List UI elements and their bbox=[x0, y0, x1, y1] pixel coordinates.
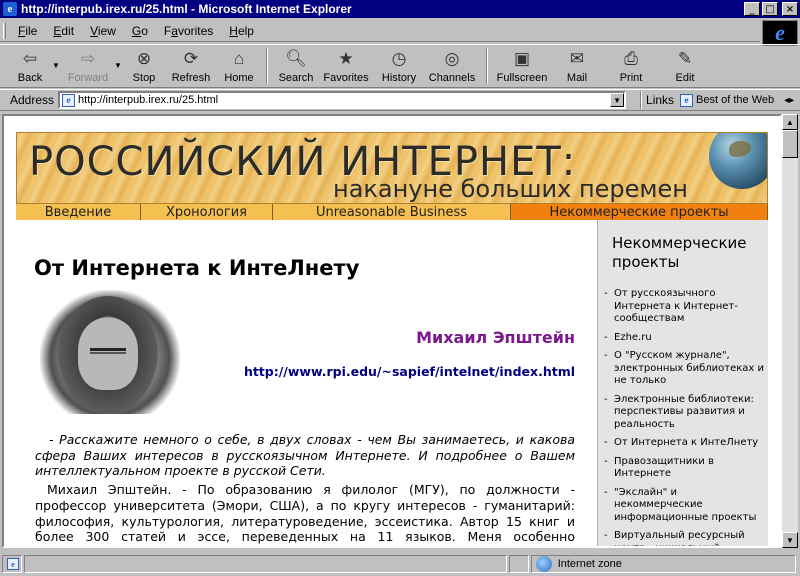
address-bar: Address e http://interpub.irex.ru/25.htm… bbox=[0, 89, 800, 111]
menu-go[interactable]: Go bbox=[124, 24, 156, 38]
browser-window: e http://interpub.irex.ru/25.html - Micr… bbox=[0, 0, 800, 576]
address-label: Address bbox=[10, 93, 55, 107]
menu-file[interactable]: File bbox=[10, 24, 45, 38]
back-button[interactable]: ⇦ Back bbox=[8, 45, 52, 87]
menu-bar: File Edit View Go Favorites Help bbox=[0, 20, 760, 42]
close-button[interactable]: × bbox=[782, 2, 798, 16]
maximize-button[interactable]: □ bbox=[762, 2, 778, 16]
printer-icon: ⎙ bbox=[624, 49, 638, 68]
edit-page-icon: ✎ bbox=[677, 49, 693, 68]
forward-dropdown[interactable]: ▼ bbox=[114, 45, 124, 70]
sidebar-item[interactable]: Электронные библиотеки: перспективы разв… bbox=[604, 394, 768, 432]
address-url[interactable]: http://interpub.irex.ru/25.html bbox=[78, 94, 218, 106]
menu-view[interactable]: View bbox=[82, 24, 124, 38]
stop-icon: ⊗ bbox=[136, 49, 152, 68]
sidebar-item[interactable]: Ezhe.ru bbox=[604, 332, 768, 345]
mail-button[interactable]: ✉ Mail bbox=[550, 45, 604, 87]
channels-button[interactable]: ◎ Channels bbox=[424, 45, 480, 87]
home-button[interactable]: ⌂ Home bbox=[218, 45, 260, 87]
interview-answer: Михаил Эпштейн. - По образованию я филол… bbox=[35, 482, 575, 546]
page-icon: e bbox=[680, 93, 694, 107]
links-chevron-icon[interactable]: ◂▸ bbox=[784, 95, 794, 106]
page-title: От Интернета к ИнтеЛнету bbox=[34, 256, 360, 280]
status-page-icon: e bbox=[2, 555, 22, 573]
sidebar: Некоммерческие проекты От русскоязычного… bbox=[597, 220, 768, 546]
menu-help[interactable]: Help bbox=[221, 24, 262, 38]
forward-button[interactable]: ⇨ Forward bbox=[62, 45, 114, 87]
scroll-down-button[interactable]: ▼ bbox=[782, 532, 798, 548]
favorites-folder-icon: ★ bbox=[338, 49, 354, 68]
sidebar-list: От русскоязычного Интернета к Интернет-с… bbox=[604, 288, 768, 546]
site-nav: Введение Хронология Unreasonable Busines… bbox=[16, 204, 768, 220]
sidebar-item[interactable]: От Интернета к ИнтеЛнету bbox=[604, 437, 768, 450]
history-clock-icon: ◷ bbox=[391, 49, 407, 68]
print-button[interactable]: ⎙ Print bbox=[604, 45, 658, 87]
edit-button[interactable]: ✎ Edit bbox=[658, 45, 712, 87]
sidebar-item[interactable]: От русскоязычного Интернета к Интернет-с… bbox=[604, 288, 768, 326]
forward-arrow-icon: ⇨ bbox=[80, 49, 96, 68]
page-viewport[interactable]: РОССИЙСКИЙ ИНТЕРНЕТ: накануне больших пе… bbox=[2, 114, 782, 548]
fullscreen-icon: ▣ bbox=[513, 49, 531, 68]
address-input[interactable]: e http://interpub.irex.ru/25.html ▼ bbox=[58, 91, 627, 109]
links-label[interactable]: Links bbox=[646, 93, 674, 107]
article: От Интернета к ИнтеЛнету Михаил Эпштейн … bbox=[16, 220, 597, 546]
links-separator bbox=[640, 91, 643, 109]
fullscreen-button[interactable]: ▣ Fullscreen bbox=[494, 45, 550, 87]
stop-button[interactable]: ⊗ Stop bbox=[124, 45, 164, 87]
address-dropdown-button[interactable]: ▼ bbox=[610, 93, 625, 107]
mail-icon: ✉ bbox=[569, 49, 585, 68]
back-arrow-icon: ⇦ bbox=[22, 49, 38, 68]
nav-unreasonable-business[interactable]: Unreasonable Business bbox=[273, 204, 511, 220]
menu-edit[interactable]: Edit bbox=[45, 24, 82, 38]
history-button[interactable]: ◷ History bbox=[374, 45, 424, 87]
sidebar-title: Некоммерческие проекты bbox=[612, 234, 747, 271]
sidebar-item[interactable]: Правозащитники в Интернете bbox=[604, 456, 768, 481]
back-dropdown[interactable]: ▼ bbox=[52, 45, 62, 70]
author-name: Михаил Эпштейн bbox=[416, 328, 575, 347]
window-title: http://interpub.irex.ru/25.html - Micros… bbox=[21, 2, 352, 16]
channels-satellite-icon: ◎ bbox=[444, 49, 460, 68]
status-bar: e Internet zone bbox=[0, 552, 800, 576]
status-text bbox=[23, 555, 507, 573]
toolbar-separator bbox=[266, 48, 268, 84]
sidebar-item[interactable]: О "Русском журнале", электронных библиот… bbox=[604, 350, 768, 388]
refresh-icon: ⟳ bbox=[183, 49, 199, 68]
page-icon: e bbox=[62, 93, 76, 107]
scroll-up-button[interactable]: ▲ bbox=[782, 114, 798, 130]
standard-toolbar: ⇦ Back ▼ ⇨ Forward ▼ ⊗ Stop ⟳ Refresh ⌂ … bbox=[0, 44, 800, 88]
ie-icon[interactable]: e bbox=[3, 2, 17, 16]
menu-favorites[interactable]: Favorites bbox=[156, 24, 221, 38]
home-icon: ⌂ bbox=[233, 49, 245, 68]
sidebar-item[interactable]: Виртуальный ресурсный центр - уникальный bbox=[604, 530, 768, 546]
internet-zone-icon bbox=[535, 556, 552, 572]
author-portrait bbox=[40, 290, 180, 414]
refresh-button[interactable]: ⟳ Refresh bbox=[164, 45, 218, 87]
scroll-thumb[interactable] bbox=[782, 130, 798, 158]
author-homepage-link[interactable]: http://www.rpi.edu/~sapief/intelnet/inde… bbox=[244, 364, 575, 379]
interview-question: - Расскажите немного о себе, в двух слов… bbox=[35, 432, 575, 478]
toolbar-separator bbox=[486, 48, 488, 84]
status-cell bbox=[508, 555, 529, 573]
title-bar: e http://interpub.irex.ru/25.html - Micr… bbox=[0, 0, 800, 18]
site-banner: РОССИЙСКИЙ ИНТЕРНЕТ: накануне больших пе… bbox=[16, 132, 768, 204]
vertical-scrollbar[interactable]: ▲ ▼ bbox=[782, 114, 798, 548]
search-icon: 🔍︎ bbox=[285, 49, 307, 68]
banner-subtitle: накануне больших перемен bbox=[333, 175, 688, 203]
nav-noncommercial-projects[interactable]: Некоммерческие проекты bbox=[511, 204, 768, 220]
nav-chronology[interactable]: Хронология bbox=[141, 204, 273, 220]
menubar-grip[interactable] bbox=[3, 23, 6, 39]
security-zone[interactable]: Internet zone bbox=[530, 555, 797, 573]
sidebar-item[interactable]: "Экслайн" и некоммерческие информационны… bbox=[604, 487, 768, 525]
globe-image bbox=[709, 133, 767, 189]
search-button[interactable]: 🔍︎ Search bbox=[274, 45, 318, 87]
ie-throbber-logo: e bbox=[762, 20, 798, 46]
best-of-web-link[interactable]: e Best of the Web bbox=[680, 93, 774, 107]
favorites-button[interactable]: ★ Favorites bbox=[318, 45, 374, 87]
nav-intro[interactable]: Введение bbox=[16, 204, 141, 220]
minimize-button[interactable]: _ bbox=[744, 2, 760, 16]
